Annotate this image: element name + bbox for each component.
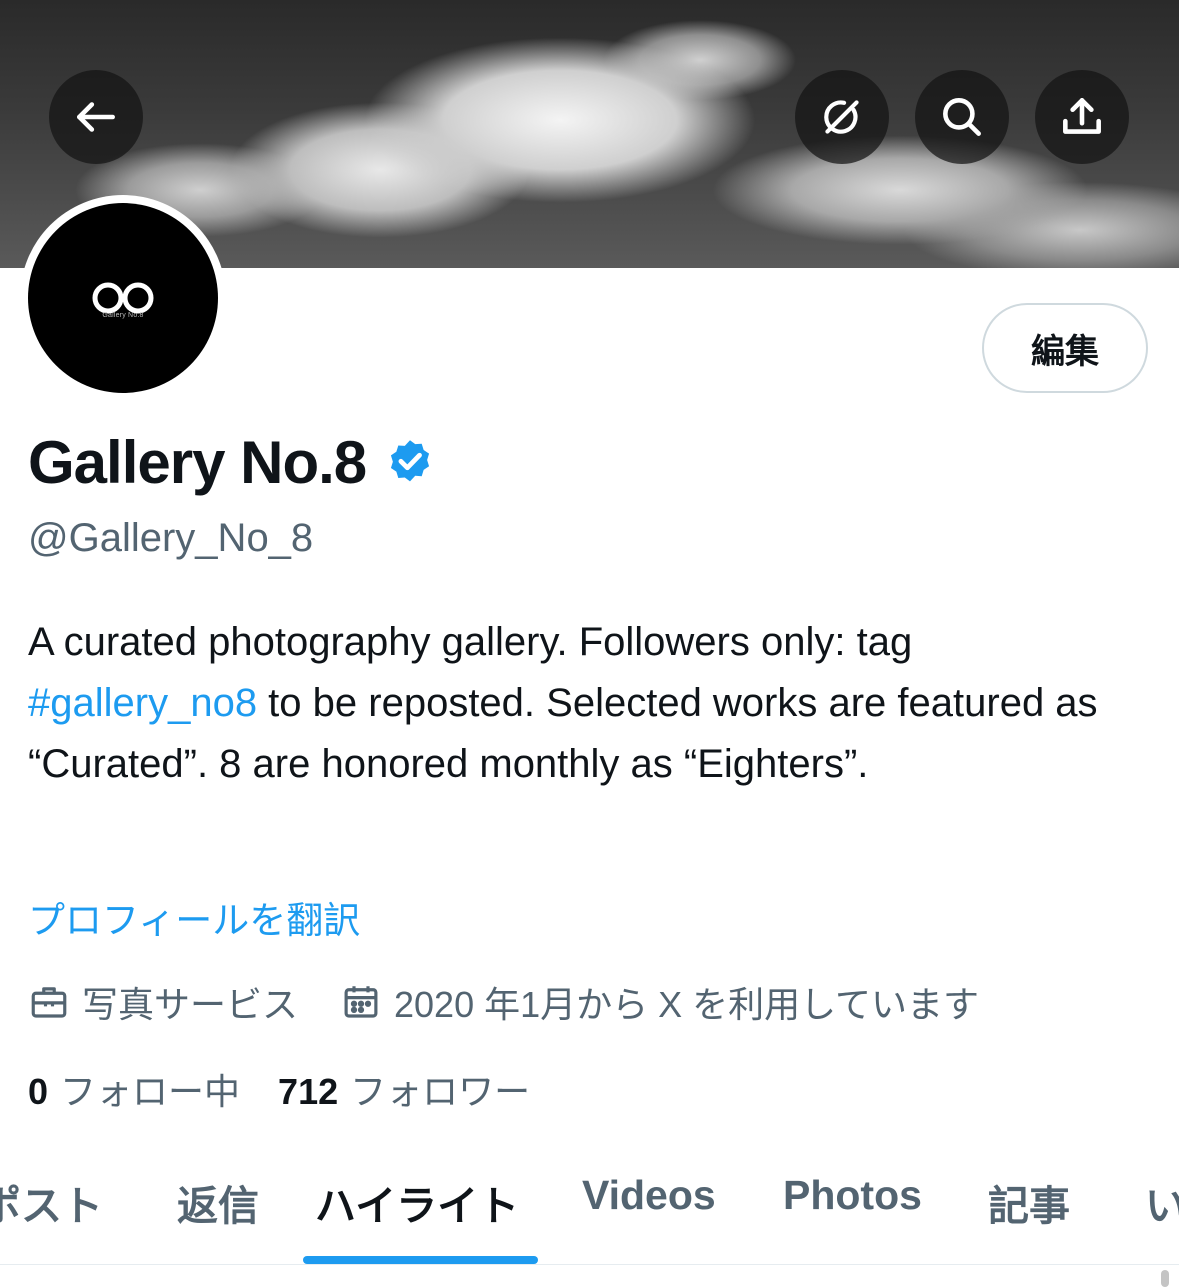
user-handle: @Gallery_No_8: [28, 516, 314, 560]
tab-articles[interactable]: 記事: [988, 1172, 1070, 1232]
search-button[interactable]: [915, 70, 1009, 164]
tab-likes[interactable]: い: [1145, 1172, 1179, 1232]
category-label: 写真サービス: [82, 984, 299, 1025]
translate-profile-link[interactable]: プロフィールを翻訳: [28, 890, 360, 944]
following-label: フォロー中: [60, 1071, 241, 1112]
profile-meta: 写真サービス 2020 年1月から X を利用しています: [28, 976, 979, 1028]
follow-stats: 0 フォロー中 712 フォロワー: [28, 1063, 530, 1115]
search-icon: [943, 98, 981, 136]
profile-bio: A curated photography gallery. Followers…: [28, 612, 1148, 795]
followers-label: フォロワー: [350, 1071, 531, 1112]
arrow-left-icon: [77, 102, 115, 132]
edit-profile-button[interactable]: 編集: [982, 303, 1148, 393]
tab-posts[interactable]: ポスト: [0, 1172, 103, 1232]
profile-tabs: ポスト 返信 ハイライト Videos Photos 記事 い: [0, 1140, 1179, 1265]
following-count: 0: [28, 1071, 49, 1112]
scrollbar[interactable]: [1161, 1270, 1169, 1287]
active-tab-indicator: [303, 1256, 538, 1264]
back-button[interactable]: [49, 70, 143, 164]
following-link[interactable]: 0 フォロー中: [28, 1063, 240, 1115]
grok-icon: [824, 100, 859, 134]
tab-highlights[interactable]: ハイライト: [315, 1172, 519, 1232]
avatar-logo-text: Gallery No.8: [102, 311, 144, 319]
avatar[interactable]: Gallery No.8: [20, 195, 226, 401]
avatar-image: Gallery No.8: [28, 203, 218, 393]
profile-joined: 2020 年1月から X を利用しています: [340, 976, 979, 1028]
calendar-icon: [344, 986, 378, 1018]
share-button[interactable]: [1035, 70, 1129, 164]
share-icon: [1063, 98, 1101, 134]
profile-name-row: Gallery No.8: [28, 428, 436, 497]
tab-photos[interactable]: Photos: [783, 1172, 922, 1219]
display-name: Gallery No.8: [28, 429, 367, 496]
bio-hashtag-link[interactable]: #gallery_no8: [28, 681, 257, 725]
followers-count: 712: [278, 1071, 339, 1112]
grok-button[interactable]: [795, 70, 889, 164]
tab-replies[interactable]: 返信: [177, 1172, 259, 1232]
briefcase-icon: [31, 987, 67, 1018]
joined-label: 2020 年1月から X を利用しています: [394, 984, 980, 1025]
verified-badge-icon[interactable]: [384, 437, 436, 489]
bio-text: A curated photography gallery. Followers…: [28, 620, 913, 664]
tab-videos[interactable]: Videos: [582, 1172, 716, 1219]
followers-link[interactable]: 712 フォロワー: [278, 1063, 530, 1115]
profile-category: 写真サービス: [28, 976, 298, 1028]
